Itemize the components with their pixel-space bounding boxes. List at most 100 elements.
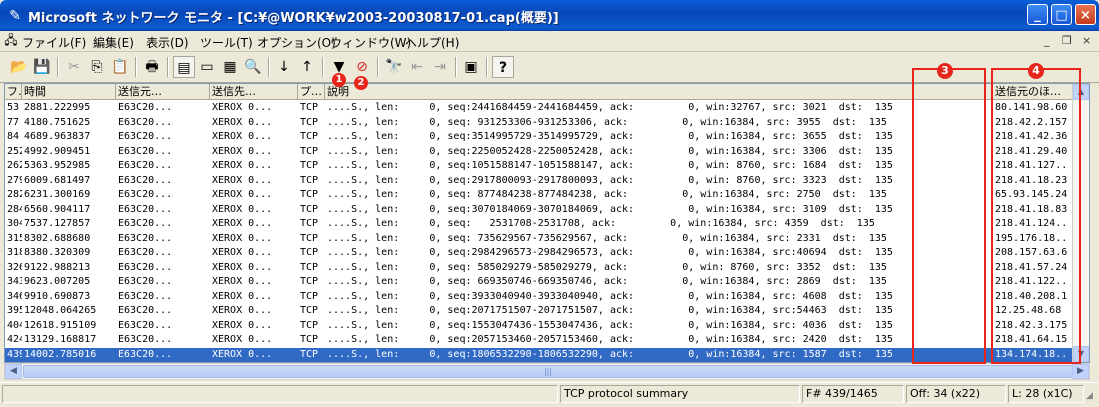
menu-options[interactable]: オプション(O) (257, 34, 336, 51)
zoom-button[interactable]: 🔍 (242, 56, 264, 78)
cell-protocol: TCP (300, 319, 319, 331)
title-bar[interactable]: ✎ Microsoft ネットワーク モニタ - [C:¥@WORK¥w2003… (0, 0, 1099, 31)
table-row[interactable]: 84 4689.963837 E63C20... XEROX 0... TCP ....S… (5, 130, 1073, 145)
minimize-button[interactable]: _ (1027, 4, 1048, 25)
menu-view[interactable]: 表示(D) (146, 34, 189, 51)
cell-source-other: 218.41.42.36 (995, 131, 1068, 142)
maximize-button[interactable]: □ (1051, 4, 1072, 25)
mdi-minimize-button[interactable]: _ (1044, 34, 1050, 47)
save-button[interactable]: 💾 (31, 56, 53, 78)
cell-protocol: TCP (300, 348, 319, 360)
arrow-up-icon: ↑ (301, 59, 313, 75)
filter-off-button[interactable]: ⊘ (351, 56, 373, 78)
cell-destination: XEROX 0... (212, 319, 273, 331)
pane-summary-button[interactable]: ▤ (173, 56, 195, 78)
column-header-frame[interactable]: フ… (5, 84, 22, 100)
resize-grip-icon[interactable]: ◢ (1086, 391, 1093, 401)
find-previous-button[interactable]: ⇤ (406, 56, 428, 78)
callout-marker-4: 4 (1028, 63, 1044, 79)
cell-source: E63C20... (118, 145, 173, 157)
cut-button[interactable]: ✂ (63, 56, 85, 78)
table-row[interactable]: 3469910.690873 E63C20... XEROX 0... TCP....… (5, 290, 1073, 305)
table-row[interactable]: 3439623.007205 E63C20... XEROX 0... TCP....… (5, 275, 1073, 290)
cell-time: 5363.952985 (24, 160, 91, 171)
cell-source-other: 65.93.145.24 (995, 189, 1068, 200)
cell-source: E63C20... (118, 319, 173, 331)
cell-destination: XEROX 0... (212, 131, 273, 142)
table-row[interactable]: 77 4180.751625 E63C20... XEROX 0... TCP ....S… (5, 116, 1073, 131)
table-row[interactable]: 2826231.300169 E63C20... XEROX 0... TCP....… (5, 188, 1073, 203)
mdi-close-button[interactable]: × (1082, 34, 1091, 47)
vertical-scrollbar[interactable]: ▲ ▼ (1072, 84, 1089, 362)
status-bar: TCP protocol summary F# 439/1465 Off: 34… (0, 382, 1099, 407)
table-row[interactable]: 40412618.915109 E63C20... XEROX 0... TCP...… (5, 319, 1073, 334)
table-row[interactable]: 2846560.904117 E63C20... XEROX 0... TCP....… (5, 203, 1073, 218)
table-row[interactable]: 3047537.127857 E63C20... XEROX 0... TCP....… (5, 217, 1073, 232)
table-row[interactable]: 53 2881.222995 E63C20... XEROX 0... TCP ....S… (5, 101, 1073, 116)
cell-protocol: TCP (300, 116, 319, 128)
table-row[interactable]: 2796009.681497 E63C20... XEROX 0... TCP....… (5, 174, 1073, 189)
cell-description: ....S., len: 0, seq:3070184069-307018406… (327, 203, 893, 215)
scroll-right-button[interactable]: ▶ (1072, 364, 1089, 379)
table-row[interactable]: 3158302.688680 E63C20... XEROX 0... TCP....… (5, 232, 1073, 247)
table-row[interactable]: 3188380.320309 E63C20... XEROX 0... TCP....… (5, 246, 1073, 261)
table-row[interactable]: 39512048.064265 E63C20... XEROX 0... TCP...… (5, 304, 1073, 319)
pane-hex-button[interactable]: ▦ (219, 56, 241, 78)
table-row[interactable]: 42413129.168817 E63C20... XEROX 0... TCP...… (5, 333, 1073, 348)
cell-source: E63C20... (118, 102, 173, 113)
cell-description: ....S., len: 0, seq:3514995729-351499572… (327, 131, 893, 142)
cell-source-other: 218.41.127.. (995, 160, 1068, 171)
status-offset: Off: 34 (x22) (906, 385, 1006, 403)
scroll-up-button[interactable]: ▲ (1073, 84, 1089, 100)
menu-edit[interactable]: 編集(E) (93, 34, 134, 51)
save-icon: 💾 (33, 59, 51, 75)
toolbar-separator (135, 57, 137, 77)
scroll-left-button[interactable]: ◀ (5, 364, 22, 379)
find-next-button[interactable]: ⇥ (429, 56, 451, 78)
cell-protocol: TCP (300, 334, 319, 345)
print-button[interactable]: 🖶 (141, 56, 163, 78)
help-button[interactable]: ? (492, 56, 514, 78)
scroll-thumb[interactable]: ||| (23, 365, 1073, 378)
cell-source: E63C20... (118, 261, 173, 273)
toolbar-separator (167, 57, 169, 77)
column-header-source-other[interactable]: 送信元のほ… (993, 84, 1073, 100)
column-header-description[interactable]: 説明 (325, 84, 993, 100)
previous-frame-button[interactable]: ↑ (296, 56, 318, 78)
next-frame-button[interactable]: ↓ (273, 56, 295, 78)
table-row[interactable]: 2524992.909451 E63C20... XEROX 0... TCP....… (5, 145, 1073, 160)
table-row[interactable]: 43914002.785016 E63C20... XEROX 0... TCP...… (5, 347, 1073, 362)
column-header-destination[interactable]: 送信先… (210, 84, 298, 100)
cell-destination: XEROX 0... (212, 116, 273, 128)
window-button[interactable]: ▣ (460, 56, 482, 78)
cell-protocol: TCP (300, 131, 319, 142)
menu-help[interactable]: ヘルプ(H) (405, 34, 459, 51)
open-button[interactable]: 📂 (8, 56, 30, 78)
frame-summary-grid[interactable]: フ… 時間 送信元… 送信先… プ… 説明 送信元のほ… 53 2881.2229… (4, 83, 1090, 363)
table-row[interactable]: 3269122.988213 E63C20... XEROX 0... TCP....… (5, 261, 1073, 276)
table-row[interactable]: 2625363.952985 E63C20... XEROX 0... TCP....… (5, 159, 1073, 174)
column-header-source[interactable]: 送信元… (116, 84, 210, 100)
document-icon[interactable]: 🖧 (3, 33, 19, 48)
menu-file[interactable]: ファイル(F) (22, 34, 86, 51)
mdi-restore-button[interactable]: ❐ (1062, 34, 1072, 47)
cell-source: E63C20... (118, 305, 173, 316)
menu-window[interactable]: ウィンドウ(W) (330, 34, 411, 51)
find-button[interactable]: 🔭 (383, 56, 405, 78)
column-header-time[interactable]: 時間 (22, 84, 116, 100)
copy-button[interactable]: ⎘ (86, 56, 108, 78)
cell-frame: 439 (7, 348, 22, 360)
pane-detail-button[interactable]: ▭ (196, 56, 218, 78)
status-frame-number: F# 439/1465 (802, 385, 904, 403)
close-button[interactable]: × (1075, 4, 1096, 25)
horizontal-scrollbar[interactable]: ◀ ||| ▶ (4, 363, 1090, 380)
cell-frame: 404 (7, 319, 22, 331)
scroll-down-button[interactable]: ▼ (1073, 346, 1089, 362)
cell-destination: XEROX 0... (212, 334, 273, 345)
cell-description: ....S., len: 0, seq:1051588147-105158814… (327, 160, 893, 171)
cell-frame: 395 (7, 305, 22, 316)
paste-button[interactable]: 📋 (109, 56, 131, 78)
cell-source-other: 195.176.18.. (995, 232, 1068, 244)
column-header-protocol[interactable]: プ… (298, 84, 325, 100)
menu-tools[interactable]: ツール(T) (200, 34, 253, 51)
